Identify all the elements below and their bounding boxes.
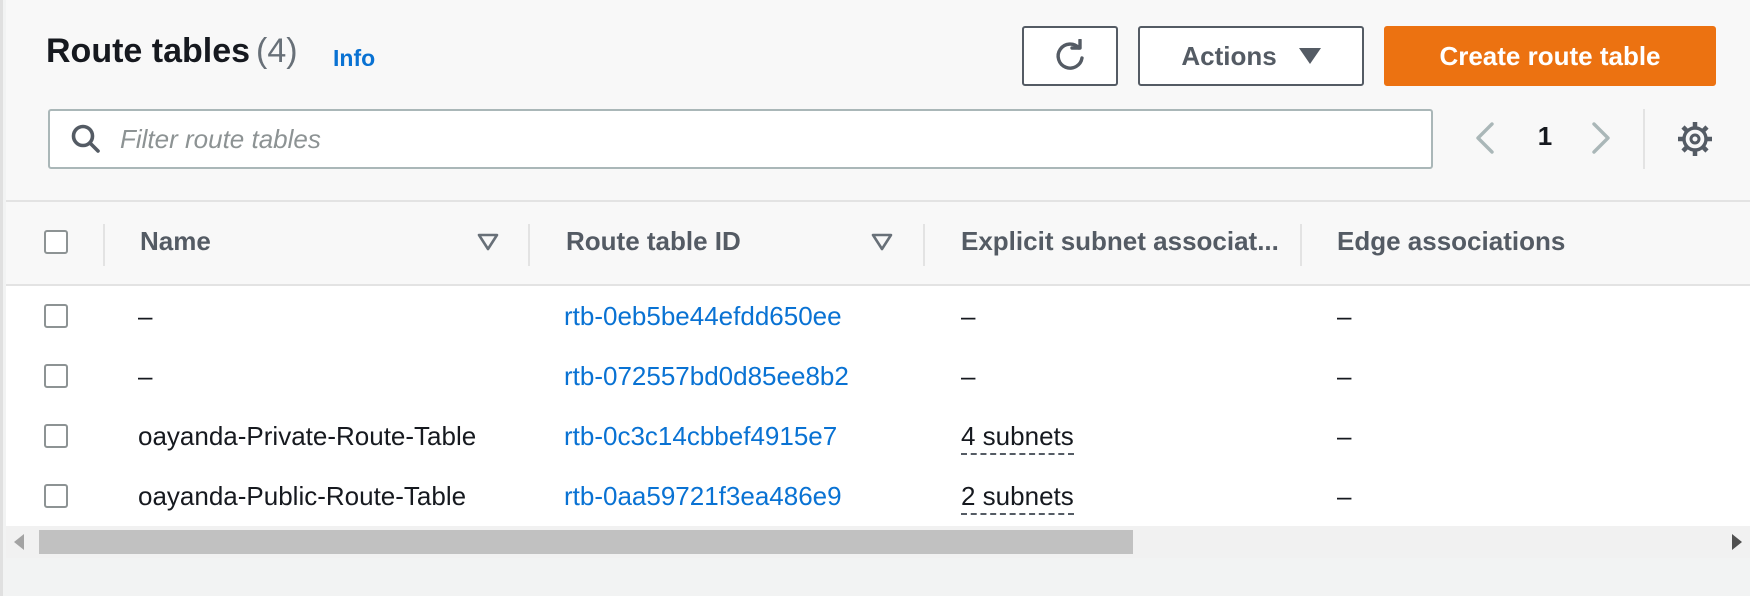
sort-down-icon[interactable]: [870, 232, 894, 252]
row-checkbox[interactable]: [44, 364, 68, 388]
cell-explicit-subnet-wrapper: 4 subnets: [961, 421, 1074, 455]
refresh-button[interactable]: [1022, 26, 1118, 86]
info-link[interactable]: Info: [333, 45, 375, 72]
cell-explicit-subnet: –: [961, 361, 976, 391]
route-tables-table: Name Route table ID Explicit subnet asso…: [6, 202, 1750, 526]
route-table-count: (4): [256, 32, 298, 70]
sort-down-icon[interactable]: [476, 232, 500, 252]
column-header-explicit-subnet-associations[interactable]: Explicit subnet associat...: [961, 226, 1279, 257]
horizontal-scrollbar[interactable]: [6, 526, 1750, 558]
search-icon: [71, 124, 100, 153]
column-separator[interactable]: [528, 224, 530, 266]
filter-route-tables-input[interactable]: [118, 122, 1402, 156]
actions-label: Actions: [1181, 40, 1277, 71]
cell-edge-associations: –: [1337, 301, 1352, 331]
current-page-number[interactable]: 1: [1530, 121, 1560, 152]
cell-name: oayanda-Private-Route-Table: [138, 421, 477, 451]
table-row[interactable]: oayanda-Public-Route-Table rtb-0aa59721f…: [6, 466, 1750, 526]
page-title: Route tables (4): [46, 32, 298, 71]
cell-route-table-id-link[interactable]: rtb-0eb5be44efdd650ee: [564, 301, 842, 332]
cell-edge-associations: –: [1337, 421, 1352, 451]
cell-edge-associations: –: [1337, 481, 1352, 511]
column-separator: [103, 224, 105, 266]
cell-edge-associations: –: [1337, 361, 1352, 391]
table-row[interactable]: oayanda-Private-Route-Table rtb-0c3c14cb…: [6, 406, 1750, 467]
table-row[interactable]: – rtb-0eb5be44efdd650ee – –: [6, 286, 1750, 347]
create-route-table-button[interactable]: Create route table: [1384, 26, 1716, 86]
cell-explicit-subnet: –: [961, 301, 976, 331]
subnet-count-popover[interactable]: 2 subnets: [961, 481, 1074, 515]
cell-route-table-id-link[interactable]: rtb-0c3c14cbbef4915e7: [564, 421, 837, 452]
row-checkbox[interactable]: [44, 484, 68, 508]
caret-down-icon: [1298, 48, 1321, 64]
cell-name: –: [138, 361, 153, 391]
cell-explicit-subnet-wrapper: 2 subnets: [961, 481, 1074, 515]
column-separator[interactable]: [923, 224, 925, 266]
row-checkbox[interactable]: [44, 304, 68, 328]
select-all-checkbox[interactable]: [44, 230, 68, 254]
table-header: Name Route table ID Explicit subnet asso…: [6, 202, 1750, 286]
scroll-left-arrow-icon[interactable]: [14, 534, 24, 550]
actions-dropdown-button[interactable]: Actions: [1138, 26, 1364, 86]
scrollbar-thumb[interactable]: [39, 530, 1133, 554]
pagination-divider: [1643, 109, 1645, 169]
chevron-right-icon[interactable]: [1586, 118, 1618, 158]
column-header-route-table-id[interactable]: Route table ID: [566, 226, 741, 257]
filter-search-box[interactable]: [48, 109, 1433, 169]
route-tables-panel: Route tables (4) Info Actions Create rout…: [0, 0, 1750, 596]
refresh-icon: [1056, 39, 1084, 70]
panel-header: Route tables (4) Info Actions Create rout…: [6, 0, 1750, 202]
page-title-text: Route tables: [46, 32, 251, 70]
column-separator[interactable]: [1300, 224, 1302, 266]
scroll-right-arrow-icon[interactable]: [1732, 534, 1742, 550]
cell-name: –: [138, 301, 153, 331]
cell-route-table-id-link[interactable]: rtb-0aa59721f3ea486e9: [564, 481, 842, 512]
table-row[interactable]: – rtb-072557bd0d85ee8b2 – –: [6, 346, 1750, 407]
gear-icon[interactable]: [1676, 120, 1714, 158]
row-checkbox[interactable]: [44, 424, 68, 448]
cell-name: oayanda-Public-Route-Table: [138, 481, 467, 511]
cell-route-table-id-link[interactable]: rtb-072557bd0d85ee8b2: [564, 361, 849, 392]
subnet-count-popover[interactable]: 4 subnets: [961, 421, 1074, 455]
chevron-left-icon[interactable]: [1468, 118, 1500, 158]
column-header-edge-associations[interactable]: Edge associations: [1337, 226, 1565, 257]
column-header-name[interactable]: Name: [140, 226, 211, 257]
